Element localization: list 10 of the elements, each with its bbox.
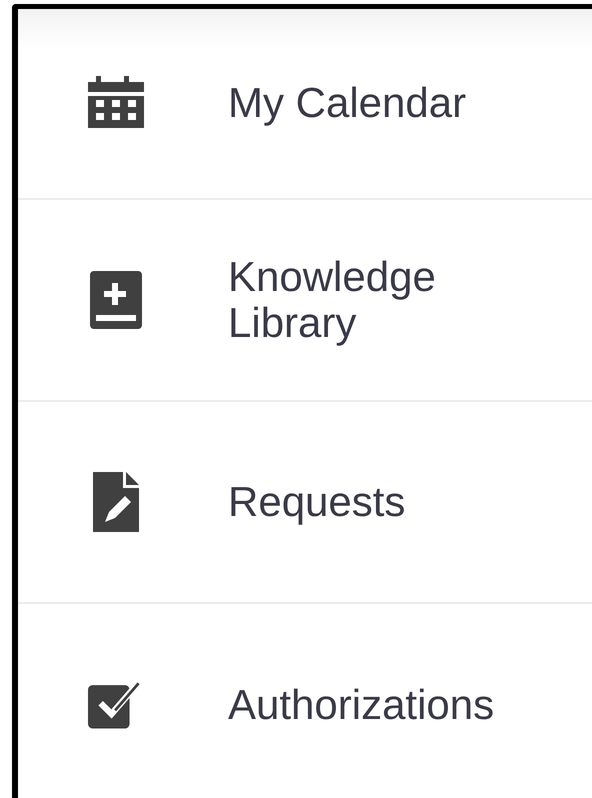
document-pen-icon xyxy=(93,472,139,532)
menu-item[interactable]: Knowledge Library xyxy=(18,200,592,402)
menu-item-label: Requests xyxy=(228,478,406,526)
menu-item[interactable]: Authorizations xyxy=(18,604,592,798)
menu-item-label: Authorizations xyxy=(228,682,494,728)
menu-item[interactable]: Requests xyxy=(18,402,592,604)
menu-item[interactable]: My Calendar xyxy=(18,9,592,200)
menu-item-label: My Calendar xyxy=(228,80,466,127)
menu-item-label: Knowledge Library xyxy=(228,254,437,346)
book-plus-icon xyxy=(90,271,142,329)
